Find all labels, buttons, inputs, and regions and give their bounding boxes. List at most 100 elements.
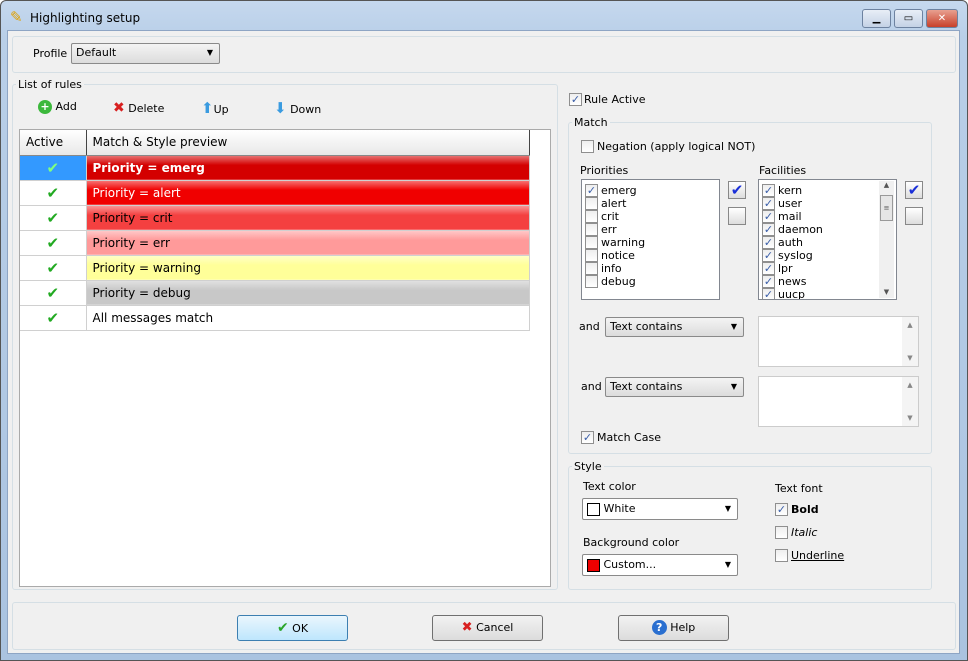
underline-checkbox[interactable]: Underline xyxy=(775,548,844,562)
profile-select[interactable]: Default ▼ xyxy=(71,43,220,64)
checkbox[interactable] xyxy=(585,196,598,210)
checkbox[interactable] xyxy=(775,548,788,562)
facilities-scrollbar[interactable]: ▲ ≡ ▼ xyxy=(879,181,894,298)
rule-preview[interactable]: Priority = err xyxy=(86,230,530,256)
list-item[interactable]: ✓ syslog xyxy=(759,248,896,262)
list-item[interactable]: warning xyxy=(582,235,719,249)
checkbox[interactable] xyxy=(585,222,598,236)
background-color-select[interactable]: Custom... ▼ xyxy=(582,554,738,576)
list-item-label: err xyxy=(601,222,617,236)
list-item[interactable]: notice xyxy=(582,248,719,262)
table-row[interactable]: ✔ Priority = emerg xyxy=(20,155,530,181)
negation-checkbox[interactable]: Negation (apply logical NOT) xyxy=(581,139,755,153)
rule-active-checkbox[interactable]: ✓ Rule Active xyxy=(569,92,645,106)
rule-preview[interactable]: Priority = debug xyxy=(86,280,530,306)
style-group-label: Style xyxy=(572,460,604,473)
uncheck-all-facilities-button[interactable] xyxy=(905,207,923,225)
rule-preview[interactable]: Priority = emerg xyxy=(86,155,530,181)
list-item[interactable]: ✓ mail xyxy=(759,209,896,223)
rule-preview[interactable]: All messages match xyxy=(86,305,530,331)
column-header-preview[interactable]: Match & Style preview xyxy=(86,130,530,156)
checkbox[interactable]: ✓ xyxy=(762,209,775,223)
checkbox[interactable] xyxy=(585,235,598,249)
checkbox[interactable]: ✓ xyxy=(585,183,598,197)
list-item[interactable]: alert xyxy=(582,196,719,210)
rule-preview[interactable]: Priority = alert xyxy=(86,180,530,206)
bold-checkbox[interactable]: ✓ Bold xyxy=(775,502,819,516)
list-item[interactable]: ✓ daemon xyxy=(759,222,896,236)
condition-2-type-select[interactable]: Text contains ▼ xyxy=(605,377,744,397)
active-check-icon[interactable]: ✔ xyxy=(20,155,87,181)
help-button[interactable]: ? Help xyxy=(618,615,729,641)
text-color-select[interactable]: White ▼ xyxy=(582,498,738,520)
uncheck-all-priorities-button[interactable] xyxy=(728,207,746,225)
close-button[interactable]: ✕ xyxy=(926,9,958,28)
list-item[interactable]: ✓ lpr xyxy=(759,261,896,275)
checkbox[interactable]: ✓ xyxy=(762,235,775,249)
checkbox[interactable]: ✓ xyxy=(569,92,582,106)
condition-1-type-select[interactable]: Text contains ▼ xyxy=(605,317,744,337)
list-item[interactable]: err xyxy=(582,222,719,236)
active-check-icon[interactable]: ✔ xyxy=(20,280,87,306)
list-item[interactable]: debug xyxy=(582,274,719,288)
checkbox[interactable] xyxy=(585,261,598,275)
down-button[interactable]: ⬇ Down xyxy=(274,99,321,117)
condition-2-text-input[interactable]: ▲ ▼ xyxy=(758,376,919,427)
condition-1-text-input[interactable]: ▲ ▼ xyxy=(758,316,919,367)
table-row[interactable]: ✔ Priority = err xyxy=(20,230,530,256)
maximize-button[interactable]: ▭ xyxy=(894,9,923,28)
check-all-facilities-button[interactable]: ✔ xyxy=(905,181,923,199)
up-button[interactable]: ⬆Up xyxy=(201,99,229,117)
rule-preview[interactable]: Priority = crit xyxy=(86,205,530,231)
check-all-priorities-button[interactable]: ✔ xyxy=(728,181,746,199)
priorities-list[interactable]: ✓ emerg alert crit err warning notice info debug xyxy=(581,179,720,300)
list-item[interactable]: crit xyxy=(582,209,719,223)
active-check-icon[interactable]: ✔ xyxy=(20,255,87,281)
table-row[interactable]: ✔ Priority = crit xyxy=(20,205,530,231)
checkbox[interactable] xyxy=(585,209,598,223)
scrollbar[interactable]: ▲ ▼ xyxy=(902,317,918,366)
checkbox[interactable]: ✓ xyxy=(581,430,594,444)
checkbox[interactable] xyxy=(775,525,788,539)
cancel-button[interactable]: ✖ Cancel xyxy=(432,615,543,641)
list-item[interactable]: ✓ kern xyxy=(759,183,896,197)
checkbox[interactable] xyxy=(585,274,598,288)
match-case-checkbox[interactable]: ✓ Match Case xyxy=(581,430,661,444)
list-item[interactable]: info xyxy=(582,261,719,275)
list-item[interactable]: ✓ uucp xyxy=(759,287,896,299)
delete-button[interactable]: ✖ Delete xyxy=(113,100,164,116)
table-row[interactable]: ✔ Priority = warning xyxy=(20,255,530,281)
checkbox[interactable]: ✓ xyxy=(762,287,775,299)
facilities-label: Facilities xyxy=(759,164,807,177)
rule-preview[interactable]: Priority = warning xyxy=(86,255,530,281)
table-row[interactable]: ✔ Priority = alert xyxy=(20,180,530,206)
checkbox[interactable]: ✓ xyxy=(762,274,775,288)
list-item[interactable]: ✓ auth xyxy=(759,235,896,249)
checkbox[interactable] xyxy=(585,248,598,262)
active-check-icon[interactable]: ✔ xyxy=(20,205,87,231)
checkbox[interactable]: ✓ xyxy=(762,183,775,197)
ok-button[interactable]: ✔ OK xyxy=(237,615,348,641)
active-check-icon[interactable]: ✔ xyxy=(20,180,87,206)
table-row[interactable]: ✔ Priority = debug xyxy=(20,280,530,306)
list-item[interactable]: ✓ news xyxy=(759,274,896,288)
list-item[interactable]: ✓ emerg xyxy=(582,183,719,197)
italic-label: Italic xyxy=(791,525,818,539)
add-button[interactable]: + Add xyxy=(38,100,77,114)
checkbox[interactable]: ✓ xyxy=(762,196,775,210)
scrollbar[interactable]: ▲ ▼ xyxy=(902,377,918,426)
column-header-active[interactable]: Active xyxy=(20,130,87,156)
checkbox[interactable]: ✓ xyxy=(762,222,775,236)
checkbox[interactable]: ✓ xyxy=(762,248,775,262)
facilities-list[interactable]: ✓ kern ✓ user ✓ mail ✓ daemon ✓ auth ✓ syslog ✓ lpr ✓ n… xyxy=(758,179,897,300)
active-check-icon[interactable]: ✔ xyxy=(20,230,87,256)
table-row[interactable]: ✔ All messages match xyxy=(20,305,530,331)
list-item[interactable]: ✓ user xyxy=(759,196,896,210)
checkbox[interactable]: ✓ xyxy=(762,261,775,275)
background-color-label: Background color xyxy=(583,536,680,549)
checkbox[interactable] xyxy=(581,139,594,153)
italic-checkbox[interactable]: Italic xyxy=(775,525,817,539)
active-check-icon[interactable]: ✔ xyxy=(20,305,87,331)
checkbox[interactable]: ✓ xyxy=(775,502,788,516)
minimize-button[interactable]: ▁ xyxy=(862,9,891,28)
